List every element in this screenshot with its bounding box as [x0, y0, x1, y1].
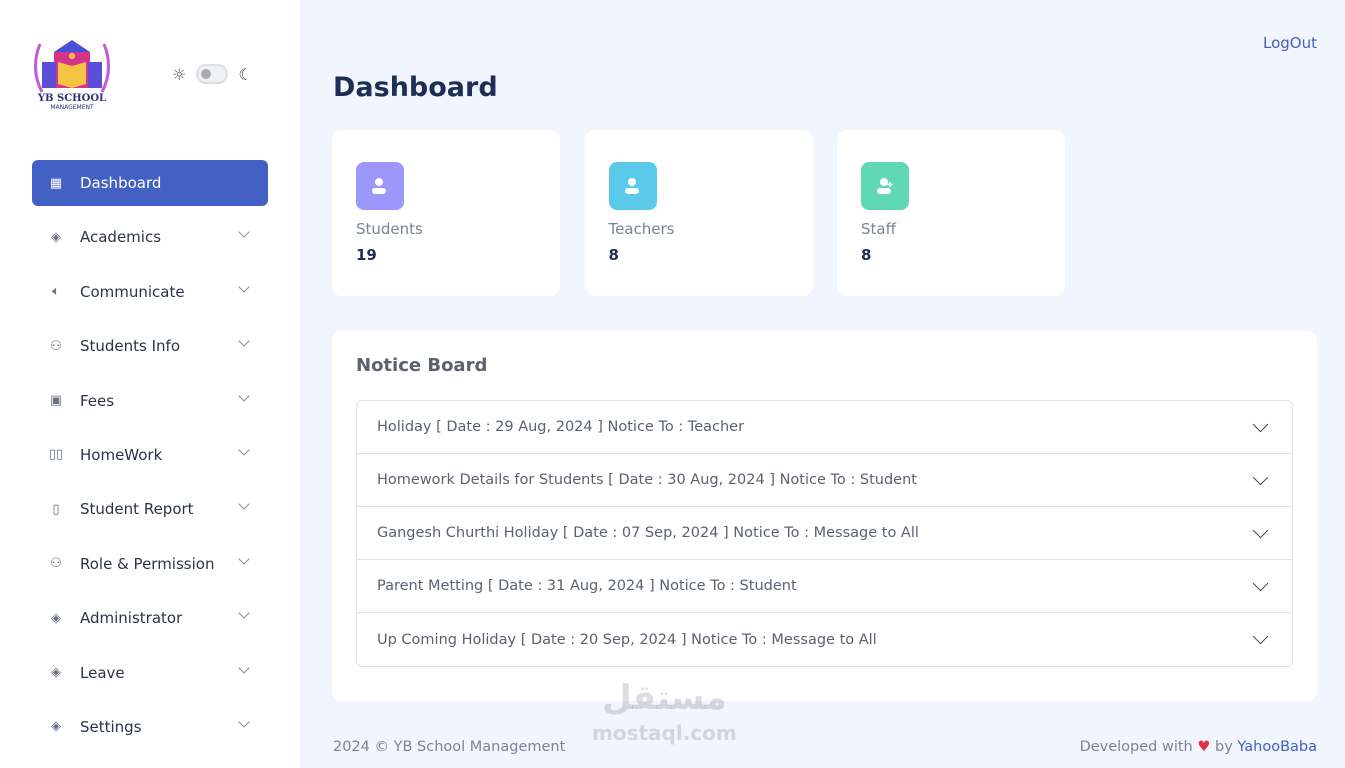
layers-icon: ◈	[51, 610, 61, 626]
notice-text: Gangesh Churthi Holiday [ Date : 07 Sep,…	[377, 525, 919, 541]
footer-copyright: 2024 © YB School Management	[333, 739, 566, 755]
user-icon	[356, 162, 404, 210]
chevron-down-icon	[1252, 416, 1269, 433]
sidebar-item-label: Communicate	[80, 282, 185, 301]
notice-text: Parent Metting [ Date : 31 Aug, 2024 ] N…	[377, 578, 797, 594]
watermark: مستقل mostaql.com	[592, 678, 737, 746]
sidebar-item-label: Student Report	[80, 500, 194, 519]
sidebar-nav: ▦ Dashboard ◈ Academics 🔈︎ Communicate ⚇ Studen…	[32, 160, 268, 758]
chevron-down-icon	[238, 716, 250, 728]
svg-text:YB SCHOOL: YB SCHOOL	[37, 93, 106, 104]
stat-value: 19	[356, 246, 377, 264]
sidebar-item-student-report[interactable]: ▯ Student Report	[32, 486, 268, 532]
chevron-down-icon	[1252, 575, 1269, 592]
svg-text:MANAGEMENT: MANAGEMENT	[50, 104, 94, 111]
sidebar-item-fees[interactable]: ▣ Fees	[32, 378, 268, 424]
sidebar-item-academics[interactable]: ◈ Academics	[32, 214, 268, 260]
stat-value: 8	[861, 246, 872, 264]
grid-icon: ▦	[49, 175, 63, 191]
notice-board: Notice Board Holiday [ Date : 29 Aug, 20…	[332, 331, 1317, 701]
sidebar-item-label: Students Info	[80, 337, 181, 356]
stat-card-students: Students 19	[332, 130, 560, 296]
sidebar-item-settings[interactable]: ◈ Settings	[32, 704, 268, 750]
sidebar-item-label: HomeWork	[80, 445, 163, 464]
layers-icon: ◈	[51, 229, 61, 245]
chevron-down-icon	[238, 389, 250, 402]
users-icon: ⚇	[50, 338, 62, 354]
chevron-down-icon	[238, 281, 250, 293]
user-icon	[608, 162, 657, 210]
notice-item[interactable]: Homework Details for Students [ Date : 3…	[357, 454, 1292, 507]
stat-label: Students	[356, 220, 423, 238]
sidebar-item-label: Settings	[80, 717, 142, 736]
stat-label: Staff	[861, 220, 896, 238]
tablet-icon: ▯	[52, 501, 60, 517]
book-icon: ▯▯	[48, 447, 64, 463]
moon-icon: ☾	[238, 64, 253, 84]
speaker-icon: 🔈︎	[52, 284, 60, 300]
notice-board-title: Notice Board	[356, 355, 488, 376]
stat-label: Teachers	[608, 220, 675, 238]
notice-text: Holiday [ Date : 29 Aug, 2024 ] Notice T…	[377, 419, 745, 435]
sidebar-item-label: Academics	[80, 228, 162, 247]
sidebar-item-label: Dashboard	[80, 174, 162, 192]
sidebar-item-leave[interactable]: ◈ Leave	[32, 650, 268, 696]
notice-text: Homework Details for Students [ Date : 3…	[377, 472, 917, 488]
sidebar-item-role-permission[interactable]: ⚇ Role & Permission	[32, 541, 268, 587]
chevron-down-icon	[238, 498, 250, 511]
chevron-down-icon	[1252, 469, 1269, 486]
sidebar-item-dashboard[interactable]: ▦ Dashboard	[32, 160, 268, 206]
stat-card-teachers: Teachers 8	[584, 130, 813, 296]
theme-switcher: ☼ ☾	[172, 64, 253, 84]
chevron-down-icon	[238, 226, 250, 239]
chevron-down-icon	[1252, 628, 1269, 645]
notice-text: Up Coming Holiday [ Date : 20 Sep, 2024 …	[377, 631, 877, 648]
sidebar-item-label: Administrator	[80, 609, 183, 628]
stat-value: 8	[608, 246, 619, 264]
sidebar: YB SCHOOL MANAGEMENT ☼ ☾ ▦ Dashboard ◈ Acad…	[0, 0, 300, 768]
layers-icon: ◈	[51, 719, 61, 735]
chevron-down-icon	[238, 444, 250, 456]
chevron-down-icon	[238, 335, 250, 347]
sidebar-item-label: Role & Permission	[80, 554, 215, 573]
school-logo: YB SCHOOL MANAGEMENT	[34, 40, 110, 111]
chevron-down-icon	[1252, 522, 1269, 539]
notice-item[interactable]: Parent Metting [ Date : 31 Aug, 2024 ] N…	[357, 560, 1292, 613]
chevron-down-icon	[238, 661, 250, 674]
notice-item[interactable]: Holiday [ Date : 29 Aug, 2024 ] Notice T…	[357, 401, 1292, 454]
sidebar-item-students-info[interactable]: ⚇ Students Info	[32, 323, 268, 369]
page-title: Dashboard	[333, 72, 498, 103]
sidebar-item-label: Leave	[80, 663, 125, 682]
heart-icon: ♥	[1197, 739, 1211, 755]
notice-item[interactable]: Up Coming Holiday [ Date : 20 Sep, 2024 …	[357, 613, 1292, 666]
layers-icon: ◈	[51, 665, 61, 681]
sidebar-item-communicate[interactable]: 🔈︎ Communicate	[32, 269, 268, 315]
dark-mode-toggle[interactable]	[196, 64, 229, 84]
stat-card-staff: Staff 8	[837, 130, 1065, 296]
user-plus-icon	[861, 162, 909, 210]
notice-item[interactable]: Gangesh Churthi Holiday [ Date : 07 Sep,…	[357, 507, 1292, 560]
users-icon: ⚇	[50, 556, 62, 572]
notice-accordion: Holiday [ Date : 29 Aug, 2024 ] Notice T…	[356, 400, 1293, 667]
footer-credit: Developed with ♥ by YahooBaba	[1079, 739, 1317, 755]
chevron-down-icon	[238, 607, 250, 619]
sidebar-item-label: Fees	[80, 391, 115, 410]
yahoobaba-link[interactable]: YahooBaba	[1237, 739, 1317, 755]
sun-icon: ☼	[172, 64, 187, 84]
chevron-down-icon	[238, 553, 250, 565]
logout-link[interactable]: LogOut	[1263, 34, 1317, 52]
sidebar-item-administrator[interactable]: ◈ Administrator	[32, 595, 268, 641]
money-icon: ▣	[49, 393, 63, 409]
sidebar-item-homework[interactable]: ▯▯ HomeWork	[32, 432, 268, 478]
